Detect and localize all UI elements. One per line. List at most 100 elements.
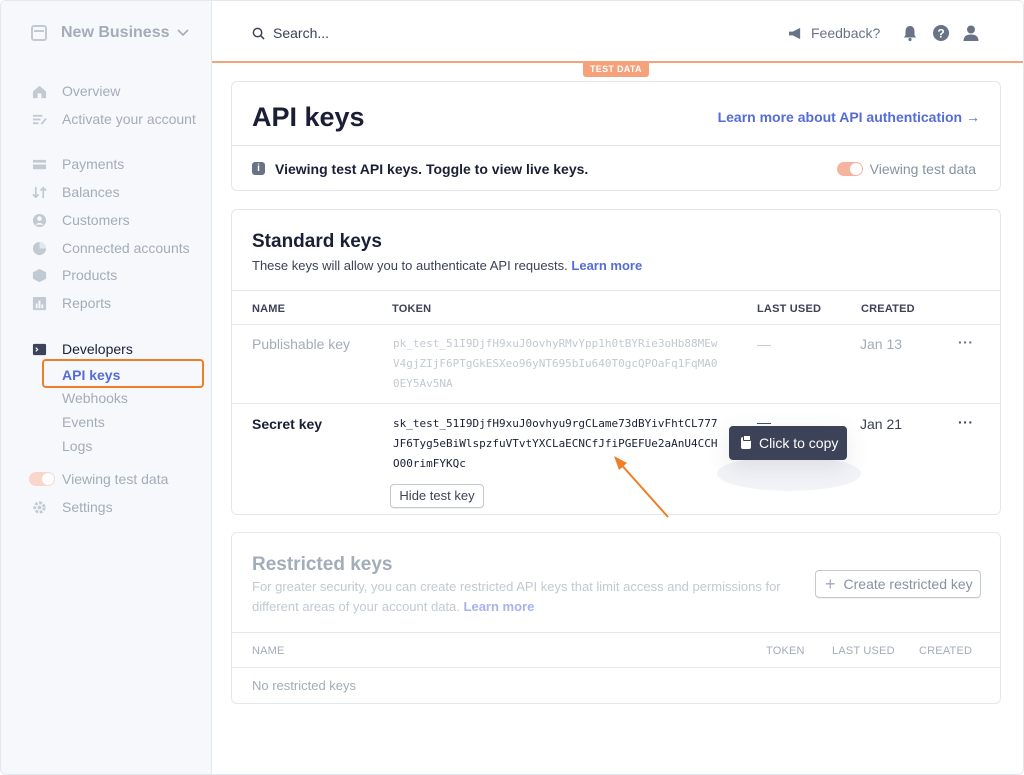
sidebar-item-connected-accounts[interactable]: Connected accounts xyxy=(31,238,190,258)
megaphone-icon xyxy=(789,27,801,39)
column-header-name: NAME xyxy=(252,303,286,315)
column-header-name: NAME xyxy=(252,645,285,657)
learn-more-link[interactable]: Learn more xyxy=(464,599,535,614)
info-text: Viewing test API keys. Toggle to view li… xyxy=(275,161,589,177)
sidebar-item-settings[interactable]: Settings xyxy=(31,497,113,517)
column-header-last-used: LAST USED xyxy=(832,645,895,657)
payments-icon xyxy=(31,156,47,172)
tooltip-shadow xyxy=(717,456,861,491)
business-icon xyxy=(31,25,47,41)
sidebar-item-activate[interactable]: Activate your account xyxy=(31,109,196,129)
gear-icon xyxy=(31,499,47,515)
sidebar-item-label: Products xyxy=(62,267,118,283)
home-icon xyxy=(31,83,47,99)
publishable-key-token[interactable]: pk_test_51I9DjfH9xuJ0ovhyRMvYpp1h0tBYRie… xyxy=(393,334,723,394)
app-window: New Business Overview Activate your acco… xyxy=(0,0,1024,775)
table-row-publishable-key: Publishable key pk_test_51I9DjfH9xuJ0ovh… xyxy=(232,326,1000,404)
sidebar-subitem-api-keys[interactable]: API keys xyxy=(42,359,204,388)
key-name: Publishable key xyxy=(252,336,351,352)
api-keys-header-card: API keys Learn more about API authentica… xyxy=(231,81,1001,191)
table-header: NAME TOKEN LAST USED CREATED xyxy=(232,290,1000,325)
sidebar-test-data-toggle[interactable]: Viewing test data xyxy=(29,469,168,489)
column-header-created: CREATED xyxy=(919,645,973,657)
feedback-label: Feedback? xyxy=(811,25,881,41)
test-data-badge: TEST DATA xyxy=(583,62,649,77)
restricted-keys-card: Restricted keys For greater security, yo… xyxy=(231,532,1001,704)
sidebar-item-label: Balances xyxy=(62,184,120,200)
table-header: NAME TOKEN LAST USED CREATED xyxy=(232,632,1000,668)
tooltip-text: Click to copy xyxy=(759,435,839,451)
section-title: Restricted keys xyxy=(252,554,393,575)
sidebar-item-label: Activate your account xyxy=(62,111,196,127)
created-value: Jan 21 xyxy=(860,416,903,432)
account-switcher[interactable]: New Business xyxy=(31,24,190,42)
key-name: Secret key xyxy=(252,416,323,432)
balances-icon xyxy=(31,184,47,200)
created-value: Jan 13 xyxy=(860,336,903,352)
create-restricted-key-button[interactable]: + Create restricted key xyxy=(815,570,981,598)
sidebar-item-label: Overview xyxy=(62,83,121,99)
sidebar: New Business Overview Activate your acco… xyxy=(1,1,212,774)
terminal-icon xyxy=(31,341,47,357)
subtitle-text: These keys will allow you to authenticat… xyxy=(252,258,568,273)
svg-text:?: ? xyxy=(937,26,944,40)
sidebar-item-developers[interactable]: Developers xyxy=(31,339,133,359)
products-icon xyxy=(31,267,47,283)
column-header-token: TOKEN xyxy=(766,645,805,657)
toggle-label: Viewing test data xyxy=(62,471,169,487)
sidebar-item-payments[interactable]: Payments xyxy=(31,154,124,174)
last-used-value: — xyxy=(757,336,771,352)
click-to-copy-tooltip: Click to copy xyxy=(729,426,847,460)
annotation-arrow xyxy=(614,456,669,518)
sidebar-item-label: Reports xyxy=(62,295,112,311)
sidebar-item-overview[interactable]: Overview xyxy=(31,81,120,101)
section-title: Standard keys xyxy=(252,231,382,252)
sidebar-subitem-logs[interactable]: Logs xyxy=(62,438,92,454)
info-icon: i xyxy=(252,162,265,175)
customers-icon xyxy=(31,212,47,228)
empty-state-text: No restricted keys xyxy=(252,678,357,693)
column-header-token: TOKEN xyxy=(392,303,432,315)
sidebar-item-customers[interactable]: Customers xyxy=(31,210,130,230)
toggle-label: Viewing test data xyxy=(869,161,976,177)
sidebar-item-balances[interactable]: Balances xyxy=(31,182,120,202)
search-input[interactable]: Search... xyxy=(252,25,329,41)
search-icon xyxy=(252,27,265,40)
sidebar-item-products[interactable]: Products xyxy=(31,265,117,285)
clipboard-icon xyxy=(741,435,751,449)
connected-accounts-icon xyxy=(31,240,47,256)
section-subtitle: These keys will allow you to authenticat… xyxy=(252,258,642,273)
hide-test-key-button[interactable]: Hide test key xyxy=(390,484,484,508)
topbar: Search... Feedback? ? xyxy=(212,1,1023,63)
feedback-button[interactable]: Feedback? xyxy=(788,25,880,41)
button-label: Create restricted key xyxy=(843,576,973,592)
page-title: API keys xyxy=(252,102,365,132)
more-options-icon[interactable]: ··· xyxy=(958,414,974,430)
account-name: New Business xyxy=(61,24,170,41)
sidebar-item-label: Payments xyxy=(62,156,125,172)
user-icon[interactable] xyxy=(962,24,980,42)
column-header-last-used: LAST USED xyxy=(757,303,822,315)
sidebar-item-label: Customers xyxy=(62,212,130,228)
plus-icon: + xyxy=(825,574,836,594)
info-banner: i Viewing test API keys. Toggle to view … xyxy=(232,145,1000,191)
reports-icon xyxy=(31,295,47,311)
toggle-switch[interactable] xyxy=(836,162,863,176)
column-header-created: CREATED xyxy=(861,303,915,315)
sidebar-subitem-webhooks[interactable]: Webhooks xyxy=(62,390,128,406)
search-placeholder: Search... xyxy=(273,25,330,41)
checklist-icon xyxy=(31,111,47,127)
bell-icon[interactable] xyxy=(901,24,919,42)
learn-more-link[interactable]: Learn more xyxy=(571,258,642,273)
more-options-icon[interactable]: ··· xyxy=(958,334,974,350)
sidebar-item-label: Settings xyxy=(62,499,113,515)
section-subtitle: For greater security, you can create res… xyxy=(252,577,802,617)
sidebar-item-reports[interactable]: Reports xyxy=(31,293,111,313)
view-test-data-toggle[interactable]: Viewing test data xyxy=(836,161,976,177)
toggle-switch[interactable] xyxy=(29,472,55,486)
learn-more-api-auth-link[interactable]: Learn more about API authentication → xyxy=(718,109,980,125)
sidebar-item-label: Connected accounts xyxy=(62,240,190,256)
sidebar-item-label: Developers xyxy=(62,341,133,357)
sidebar-subitem-events[interactable]: Events xyxy=(62,414,105,430)
help-icon[interactable]: ? xyxy=(932,24,950,42)
